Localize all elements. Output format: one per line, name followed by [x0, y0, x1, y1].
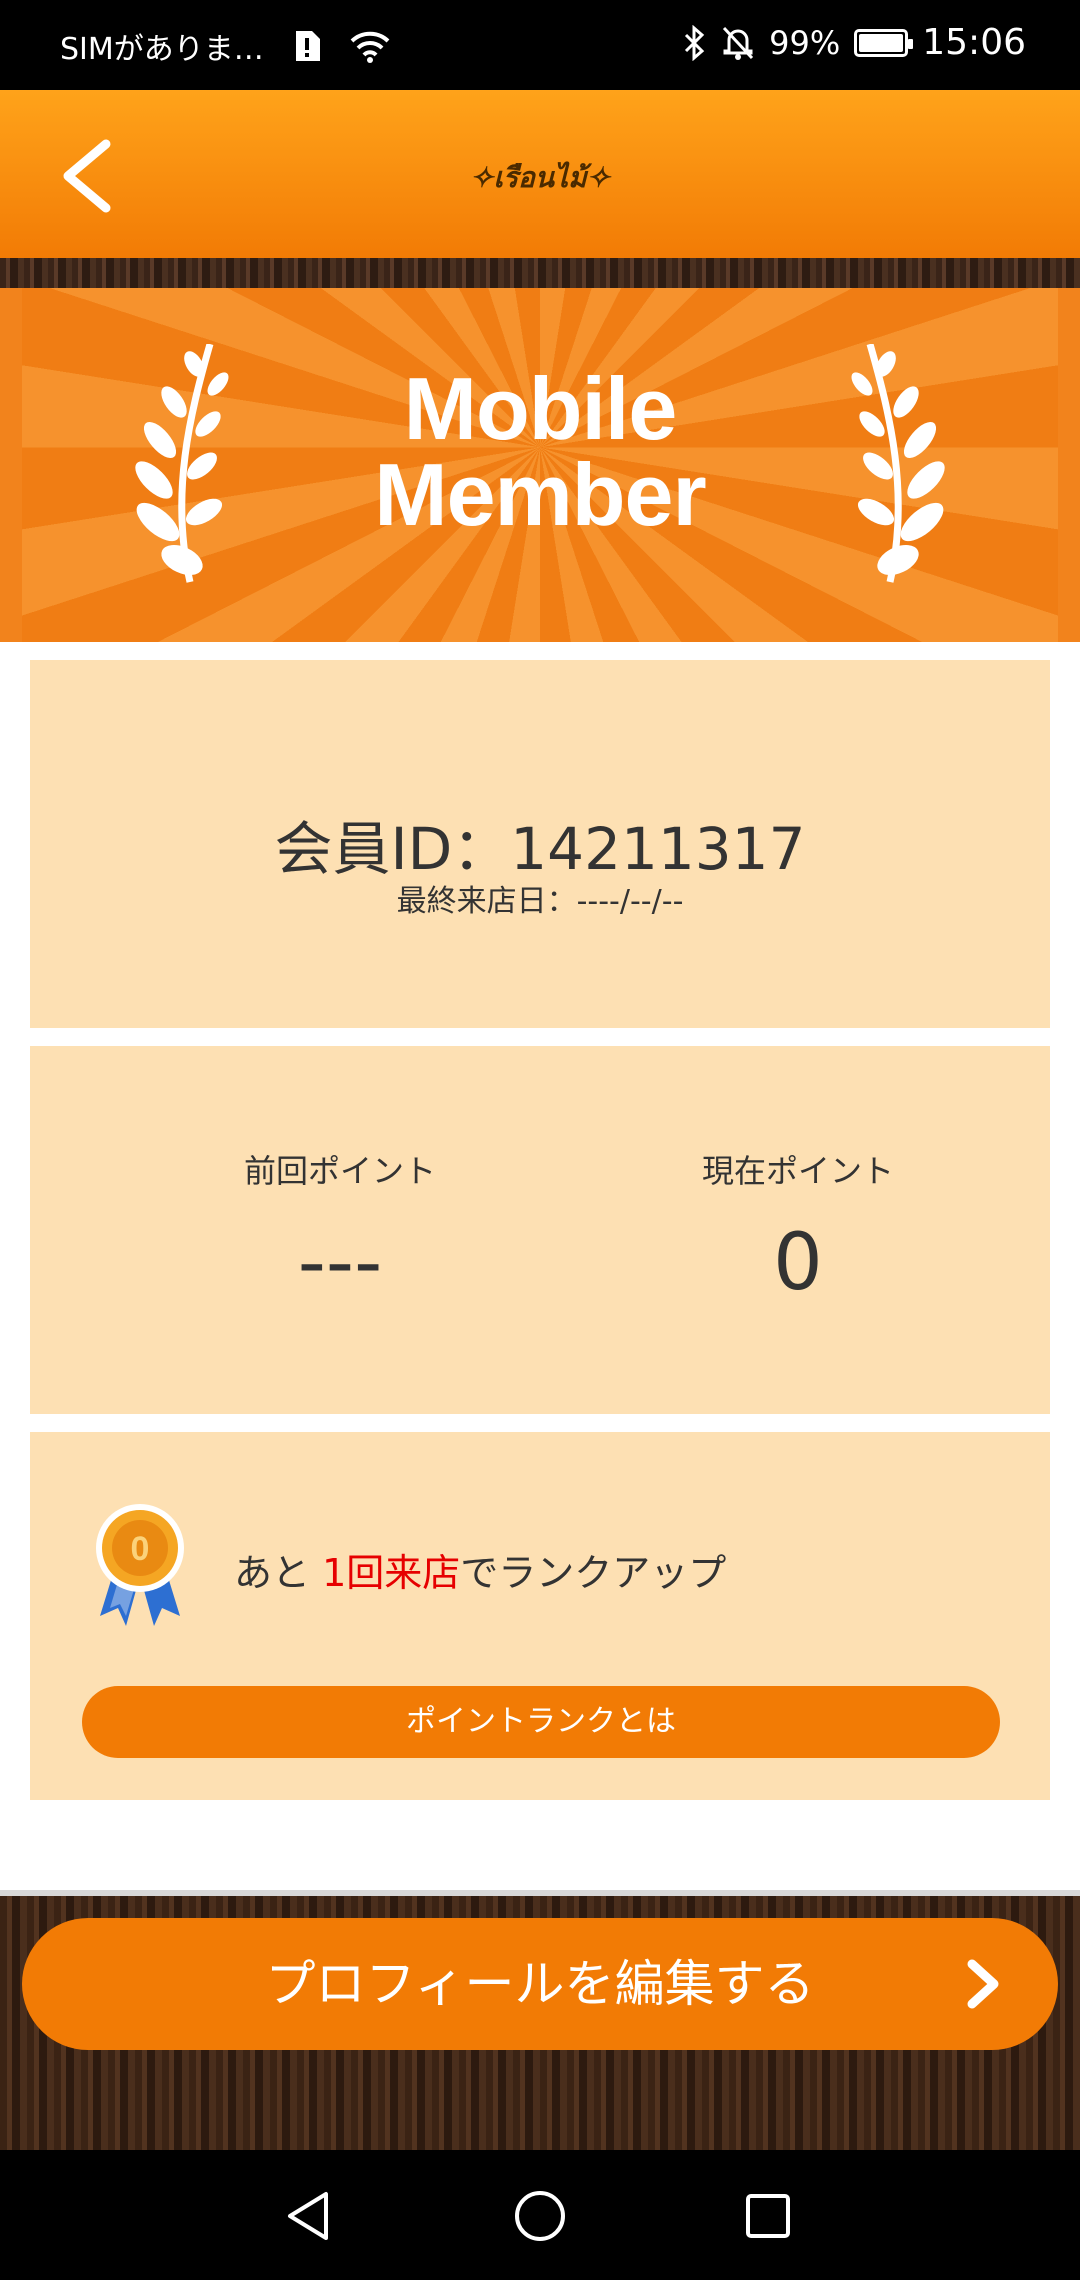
points-card: 前回ポイント --- 現在ポイント 0 — [30, 1046, 1050, 1414]
system-nav-bar — [0, 2150, 1080, 2280]
bluetooth-icon — [685, 24, 705, 61]
rank-text-highlight: 1回来店 — [322, 1551, 461, 1595]
wifi-icon — [350, 31, 390, 63]
nav-back-icon[interactable] — [280, 2186, 340, 2246]
member-id: 会員ID：14211317 — [274, 815, 806, 883]
bottom-action-bar: プロフィールを編集する — [0, 1896, 1080, 2150]
shop-logo: ✧เรือนไม้✧ — [469, 161, 611, 194]
edit-profile-button[interactable]: プロフィールを編集する — [22, 1918, 1058, 2050]
status-left: SIMがありま… — [60, 24, 390, 68]
wood-strip — [0, 258, 1080, 288]
member-id-card: 会員ID：14211317 最終来店日：----/--/-- — [30, 660, 1050, 1028]
laurel-icon — [851, 344, 945, 583]
nav-recent-icon[interactable] — [738, 2186, 798, 2246]
edit-profile-label: プロフィールを編集する — [265, 1955, 815, 2013]
previous-points-value: --- — [297, 1218, 383, 1308]
mobile-member-banner: Mobile Member — [0, 288, 1080, 642]
rank-text-prefix: あと — [234, 1551, 323, 1595]
chevron-right-icon — [967, 1959, 999, 2009]
status-bar: SIMがありま… 99% 15:06 — [0, 0, 1080, 90]
battery-percent: 99% — [769, 23, 841, 62]
previous-points-label: 前回ポイント — [243, 1152, 436, 1190]
last-visit-date: 最終来店日：----/--/-- — [396, 884, 684, 919]
current-points: 現在ポイント 0 — [598, 1146, 998, 1308]
current-points-value: 0 — [773, 1218, 823, 1308]
app-header: ✧เรือนไม้✧ — [0, 90, 1080, 258]
rank-up-message: あと 1回来店でランクアップ — [234, 1542, 726, 1597]
sim-alert-icon — [295, 31, 320, 61]
rank-text-suffix: でランクアップ — [460, 1551, 727, 1595]
medal-icon: 0 — [96, 1504, 184, 1626]
medal-number: 0 — [131, 1530, 150, 1568]
mute-bell-icon — [723, 26, 754, 60]
clock: 15:06 — [922, 22, 1026, 63]
battery-fill — [859, 33, 903, 52]
previous-points: 前回ポイント --- — [140, 1146, 540, 1308]
rank-card: 0 あと 1回来店でランクアップ ポイントランクとは — [30, 1432, 1050, 1800]
battery-icon — [854, 28, 914, 57]
point-rank-info-button[interactable]: ポイントランクとは — [82, 1686, 1000, 1758]
status-right: 99% 15:06 — [683, 22, 1026, 63]
current-points-label: 現在ポイント — [701, 1152, 894, 1190]
nav-home-icon[interactable] — [510, 2186, 570, 2246]
carrier-text: SIMがありま… — [60, 32, 264, 67]
